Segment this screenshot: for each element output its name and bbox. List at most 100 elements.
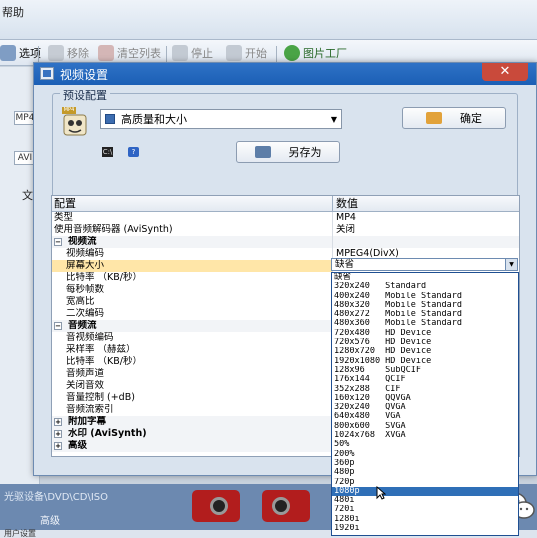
screen-size-option[interactable]: 1024x768 XVGA <box>332 431 518 440</box>
mp4-badge: MP4 <box>62 107 76 114</box>
screen-size-option[interactable]: 480x320 Mobile Standard <box>332 301 518 310</box>
screen-size-option-label: 720x480 HD Device <box>334 328 432 338</box>
screen-size-option[interactable]: 160x120 QQVGA <box>332 394 518 403</box>
grid-header: 配置 数值 <box>52 196 519 212</box>
screen-size-option[interactable]: 1920x1080 HD Device <box>332 357 518 366</box>
grid-row-label: 屏幕大小 <box>66 260 105 271</box>
screen-size-option[interactable]: 50% <box>332 440 518 449</box>
collapse-icon[interactable]: − <box>54 322 62 330</box>
app-icon <box>40 67 54 80</box>
expand-icon[interactable]: + <box>54 418 62 426</box>
grid-row-label: 宽高比 <box>66 296 95 307</box>
remove-button[interactable]: 移除 <box>48 44 89 62</box>
start-icon <box>226 45 242 61</box>
stop-button[interactable]: 停止 <box>172 44 213 62</box>
advanced-link[interactable]: 高级 <box>40 512 60 527</box>
remove-label: 移除 <box>67 47 89 60</box>
grid-row[interactable]: 类型 MP4 <box>52 212 519 224</box>
collapse-icon[interactable]: − <box>54 238 62 246</box>
config-column-header[interactable]: 配置 <box>52 196 333 211</box>
screen-size-option[interactable]: 720i <box>332 505 518 514</box>
grid-row-label-cell: 音频流索引 <box>52 404 333 416</box>
grid-row-label-cell: 视频编码 <box>52 248 333 260</box>
expand-icon[interactable]: + <box>54 442 62 450</box>
screen-size-option[interactable]: 360p <box>332 459 518 468</box>
grid-row-label: 关闭音效 <box>66 380 105 391</box>
save-as-button-label: 另存为 <box>288 146 322 159</box>
screen-size-option[interactable]: 176x144 QCIF <box>332 375 518 384</box>
screen-size-option[interactable]: 720p <box>332 478 518 487</box>
screen-size-option[interactable]: 200% <box>332 450 518 459</box>
grid-row-label: 每秒帧数 <box>66 284 105 295</box>
console-icon[interactable]: C:\ <box>102 147 113 157</box>
screen-size-option[interactable]: 800x600 SVGA <box>332 422 518 431</box>
options-icon <box>0 45 16 61</box>
grid-row-value[interactable] <box>333 236 519 248</box>
screen-size-option-label: 1920x1080 HD Device <box>334 356 432 366</box>
background-menubar: 帮助 <box>0 0 537 40</box>
chevron-down-icon[interactable]: ▼ <box>505 259 517 270</box>
close-icon[interactable]: ✕ <box>482 63 528 81</box>
grid-row-value[interactable]: MP4 <box>333 212 519 224</box>
dialog-title-bar[interactable]: 视频设置 ✕ <box>34 63 536 85</box>
grid-row[interactable]: 使用音频解码器 (AviSynth) 关闭 <box>52 224 519 236</box>
menu-help[interactable]: 帮助 <box>2 4 24 20</box>
screen-size-option[interactable]: 480x360 Mobile Standard <box>332 319 518 328</box>
screen-size-option[interactable]: 1280i <box>332 515 518 524</box>
screen-size-option[interactable]: 352x288 CIF <box>332 385 518 394</box>
preset-dropdown-value: 高质量和大小 <box>121 113 187 126</box>
toolbar-separator <box>166 46 167 62</box>
chevron-down-icon: ▼ <box>330 114 338 124</box>
screen-size-option-label: 800x600 SVGA <box>334 421 406 431</box>
screen-size-option[interactable]: 缺省 <box>332 273 518 282</box>
grid-row-label: 视频编码 <box>66 248 105 259</box>
preset-dropdown[interactable]: 高质量和大小 ▼ <box>100 109 342 129</box>
grid-row-label-cell: 比特率 （KB/秒） <box>52 356 333 368</box>
screen-size-option[interactable]: 320x240 Standard <box>332 282 518 291</box>
grid-row-label: 使用音频解码器 (AviSynth) <box>54 224 173 235</box>
value-column-header[interactable]: 数值 <box>333 196 519 211</box>
screen-size-option[interactable]: 480x272 Mobile Standard <box>332 310 518 319</box>
start-button[interactable]: 开始 <box>226 44 267 62</box>
screen-size-option[interactable]: 1280x720 HD Device <box>332 347 518 356</box>
file-column-label: 文 <box>22 189 33 202</box>
save-as-button[interactable]: 另存为 <box>236 141 340 163</box>
grid-row-label: 音频流 <box>68 320 97 331</box>
screen-size-option-label: 1024x768 XVGA <box>334 431 406 441</box>
screen-size-option[interactable]: 480p <box>332 468 518 477</box>
expand-icon[interactable]: + <box>54 430 62 438</box>
ok-button-label: 确定 <box>460 112 482 125</box>
dialog-title: 视频设置 <box>60 68 109 82</box>
optical-device-path[interactable]: 光驱设备\DVD\CD\ISO <box>4 488 108 503</box>
screen-size-option[interactable]: 480i <box>332 496 518 505</box>
grid-row-label-cell: 每秒帧数 <box>52 284 333 296</box>
grid-row-label-cell: − 视频流 <box>52 236 333 248</box>
options-button[interactable]: 选项 <box>0 44 41 62</box>
grid-row[interactable]: − 视频流 <box>52 236 519 248</box>
ok-button[interactable]: 确定 <box>402 107 506 129</box>
screen-size-option[interactable]: 320x240 QVGA <box>332 403 518 412</box>
grid-row-label-cell: 类型 <box>52 212 333 224</box>
grid-row-value[interactable]: 关闭 <box>333 224 519 236</box>
camera-image <box>262 490 310 522</box>
grid-row-label-cell: 比特率 （KB/秒） <box>52 272 333 284</box>
clear-list-button[interactable]: 清空列表 <box>98 44 161 62</box>
screen-size-option[interactable]: 400x240 Mobile Standard <box>332 292 518 301</box>
screen-size-option[interactable]: 1920i <box>332 524 518 533</box>
grid-row-label: 高级 <box>68 440 88 451</box>
remove-icon <box>48 45 64 61</box>
screen-size-option-label: 720i <box>334 505 355 515</box>
screen-size-option[interactable]: 128x96 SubQCIF <box>332 366 518 375</box>
screen-size-option[interactable]: 1080p <box>332 486 518 497</box>
screen-size-option-label: 160x120 QQVGA <box>334 393 411 403</box>
screen-size-option-label: 640x480 VGA <box>334 412 401 422</box>
screen-size-option[interactable]: 720x480 HD Device <box>332 329 518 338</box>
start-label: 开始 <box>245 47 267 60</box>
grid-row-label-cell: + 水印 (AviSynth) <box>52 428 333 440</box>
screen-size-combo[interactable]: 缺省 ▼ <box>331 258 518 271</box>
help-icon[interactable]: ? <box>128 147 139 157</box>
screen-size-option[interactable]: 720x576 HD Device <box>332 338 518 347</box>
screen-size-option-label: 1080p <box>334 486 360 496</box>
screen-size-option[interactable]: 640x480 VGA <box>332 412 518 421</box>
picture-factory-button[interactable]: 图片工厂 <box>284 44 347 62</box>
